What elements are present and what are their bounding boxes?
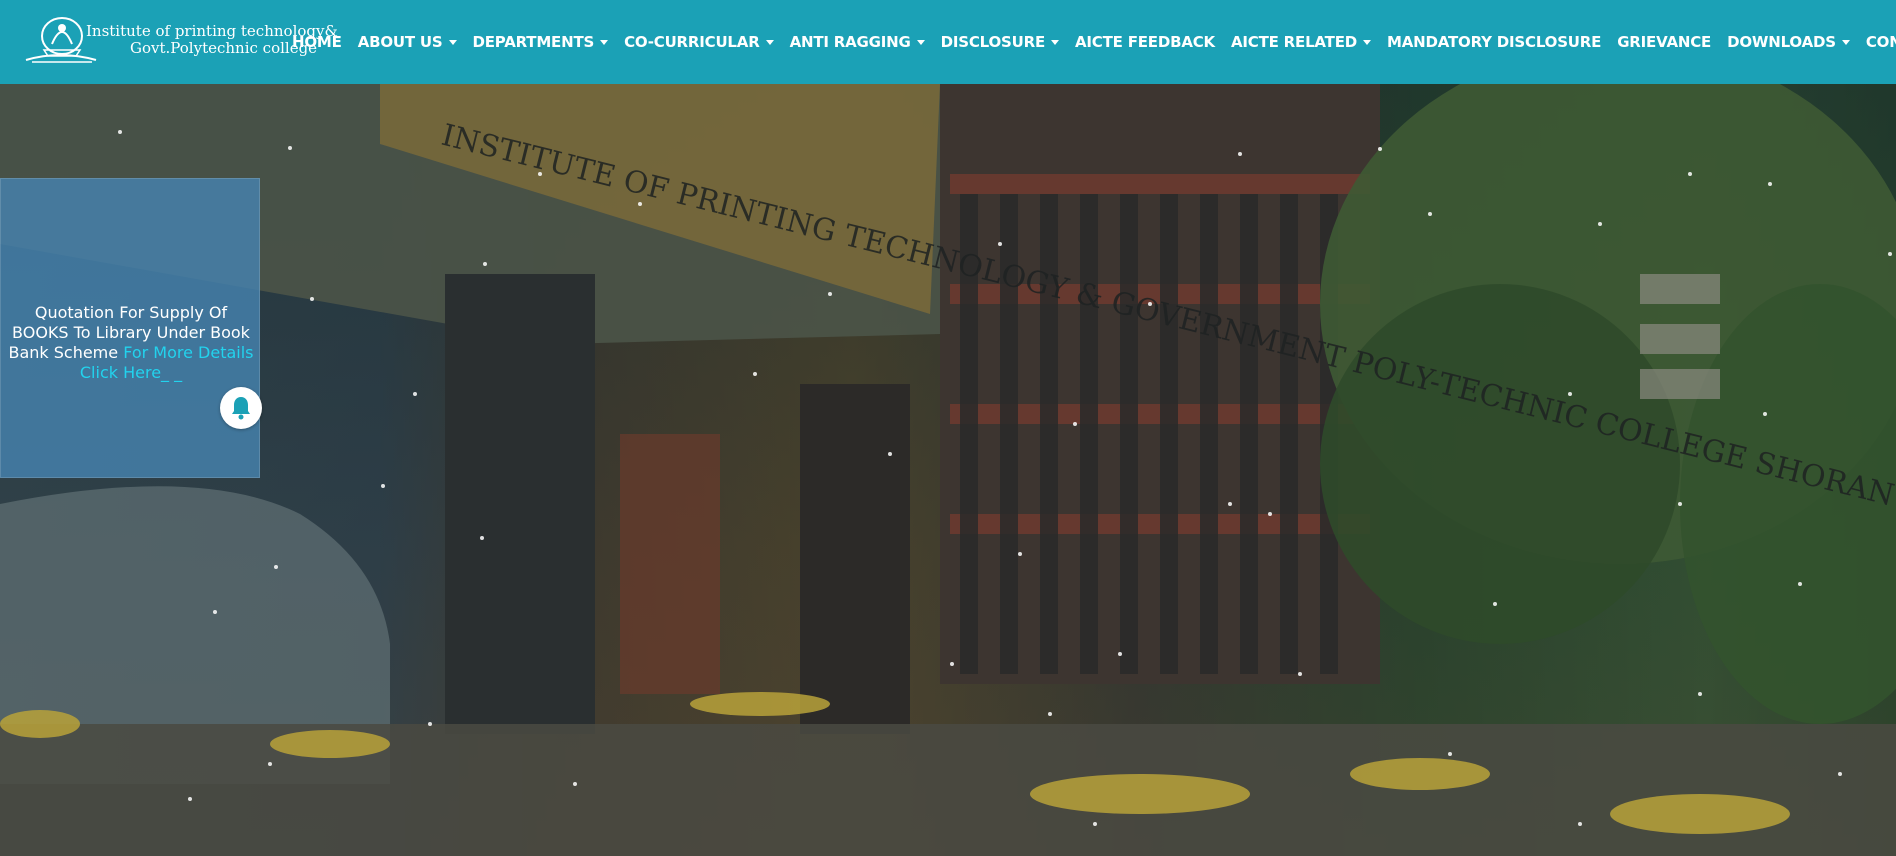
notice-text: Quotation For Supply Of BOOKS To Library… [7, 303, 255, 383]
hero-banner: INSTITUTE OF PRINTING TECHNOLOGY & GOVER… [0, 84, 1896, 856]
nav-about-us[interactable]: ABOUT US [358, 33, 457, 51]
nav-label: MANDATORY DISCLOSURE [1387, 33, 1602, 51]
site-logo[interactable]: Institute of printing technology& Govt.P… [22, 14, 338, 66]
caret-down-icon [1051, 39, 1059, 45]
nav-label: HOME [292, 33, 342, 51]
nav-departments[interactable]: DEPARTMENTS [473, 33, 609, 51]
nav-downloads[interactable]: DOWNLOADS [1727, 33, 1850, 51]
caret-down-icon [916, 39, 925, 45]
nav-label: AICTE RELATED [1230, 33, 1357, 51]
caret-down-icon [1841, 39, 1850, 45]
nav-grievance[interactable]: GRIEVANCE [1617, 33, 1711, 51]
top-navbar: Institute of printing technology& Govt.P… [0, 0, 1896, 84]
college-building-photo: INSTITUTE OF PRINTING TECHNOLOGY & GOVER… [0, 84, 1896, 856]
nav-anti-ragging[interactable]: ANTI RAGGING [790, 33, 925, 51]
nav-label: CO-CURRICULAR [624, 33, 760, 51]
caret-down-icon [765, 39, 774, 45]
caret-down-icon [1363, 39, 1371, 45]
nav-disclosure[interactable]: DISCLOSURE [941, 33, 1059, 51]
notification-bell-button[interactable] [220, 387, 262, 429]
nav-aicte-feedback[interactable]: AICTE FEEDBACK [1075, 33, 1215, 51]
bell-icon [232, 397, 250, 420]
nav-label: ANTI RAGGING [789, 33, 911, 51]
notice-panel: Quotation For Supply Of BOOKS To Library… [0, 178, 262, 478]
nav-aicte-related[interactable]: AICTE RELATED [1231, 33, 1371, 51]
nav-contact-us[interactable]: CONTACT US [1866, 33, 1896, 51]
nav-mandatory-disclosure[interactable]: MANDATORY DISCLOSURE [1387, 33, 1601, 51]
nav-label: CONTACT US [1865, 33, 1896, 51]
nav-label: DEPARTMENTS [472, 33, 595, 51]
nav-label: ABOUT US [357, 33, 443, 51]
nav-co-curricular[interactable]: CO-CURRICULAR [624, 33, 774, 51]
caret-down-icon [448, 39, 457, 45]
nav-label: DOWNLOADS [1727, 33, 1836, 51]
nav-home[interactable]: HOME [292, 33, 342, 51]
nav-label: GRIEVANCE [1617, 33, 1712, 51]
caret-down-icon [600, 39, 609, 45]
main-nav: HOME ABOUT US DEPARTMENTS CO-CURRICULAR … [292, 0, 1896, 84]
nav-label: DISCLOSURE [940, 33, 1046, 51]
nav-label: AICTE FEEDBACK [1075, 33, 1215, 51]
